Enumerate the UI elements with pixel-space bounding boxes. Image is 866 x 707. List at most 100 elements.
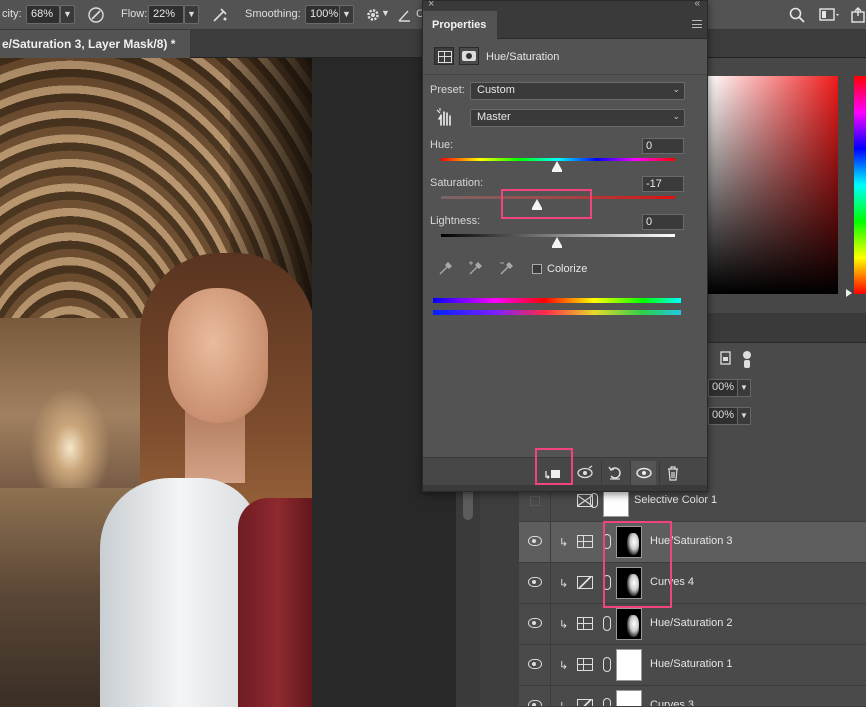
eyedropper-plus-icon[interactable]: [468, 260, 484, 276]
flow-dropdown[interactable]: ▼: [184, 5, 199, 24]
color-field[interactable]: [708, 76, 838, 294]
visibility-toggle[interactable]: [519, 645, 551, 685]
close-icon[interactable]: ×: [428, 0, 434, 10]
layer-name[interactable]: Hue/Saturation 1: [650, 658, 733, 670]
properties-header: Hue/Saturation: [423, 39, 707, 75]
eye-icon[interactable]: [528, 659, 542, 669]
layer-mask-thumbnail[interactable]: [616, 567, 642, 599]
colorize-checkbox[interactable]: [532, 264, 542, 274]
saturation-slider-track[interactable]: [441, 196, 675, 199]
layer-mask-thumbnail[interactable]: [616, 526, 642, 558]
adjustment-title: Hue/Saturation: [486, 51, 560, 63]
canvas-photo[interactable]: [0, 58, 312, 707]
trash-icon[interactable]: [659, 461, 685, 485]
eye-icon[interactable]: [528, 536, 542, 546]
woman-face: [168, 288, 268, 423]
gear-icon[interactable]: [364, 6, 382, 24]
lightness-input[interactable]: 0: [642, 214, 684, 230]
visibility-toggle[interactable]: [519, 563, 551, 603]
layer-name[interactable]: Curves 4: [650, 576, 694, 588]
channel-value: Master: [477, 111, 511, 123]
curves-icon: [577, 576, 593, 589]
layers-tab-strip: [708, 313, 866, 343]
hue-input[interactable]: 0: [642, 138, 684, 154]
layer-mask-thumbnail[interactable]: [616, 690, 642, 706]
panel-menu-icon[interactable]: [692, 20, 702, 28]
panel-drag-strip[interactable]: × «: [423, 0, 707, 11]
chain-link-icon[interactable]: [603, 575, 611, 590]
hue-strip[interactable]: [854, 76, 866, 294]
pressure-opacity-icon[interactable]: [87, 6, 105, 24]
eye-icon[interactable]: [528, 700, 542, 706]
clipping-arrow-icon: ↳: [559, 701, 569, 707]
preset-select[interactable]: Custom ⌄: [470, 82, 685, 100]
saturation-input[interactable]: -17: [642, 176, 684, 192]
hue-saturation-icon: [577, 535, 593, 548]
layer-name[interactable]: Curves 3: [650, 699, 694, 706]
workspace-icon[interactable]: [818, 6, 840, 24]
lightness-slider-thumb[interactable]: [552, 237, 562, 248]
hue-label: Hue:: [430, 139, 454, 151]
lock-artboard-icon[interactable]: [720, 351, 732, 365]
clipping-arrow-icon: ↳: [559, 660, 569, 672]
white-shirt: [100, 478, 260, 707]
layer-row[interactable]: ↳ Curves 3: [519, 686, 866, 707]
layer-name[interactable]: Hue/Saturation 3: [650, 535, 733, 547]
opacity-dropdown[interactable]: ▼: [60, 5, 75, 24]
layer-row[interactable]: ↳ Hue/Saturation 1: [519, 645, 866, 686]
view-previous-state-icon[interactable]: [571, 461, 597, 485]
collapse-icon[interactable]: «: [694, 0, 700, 9]
layer-opacity-dropdown[interactable]: ▼: [737, 379, 751, 397]
clip-to-layer-button[interactable]: [539, 461, 565, 485]
colorize-label[interactable]: Colorize: [547, 263, 587, 275]
document-tab[interactable]: e/Saturation 3, Layer Mask/8) *: [0, 30, 190, 58]
hue-saturation-icon: [577, 658, 593, 671]
visibility-toggle[interactable]: [519, 686, 551, 706]
panel-resize-strip[interactable]: [423, 485, 707, 491]
layer-fill-dropdown[interactable]: ▼: [737, 407, 751, 425]
layer-row-selected[interactable]: ↳ Hue/Saturation 3: [519, 522, 866, 563]
hue-slider-arrow[interactable]: [846, 289, 852, 297]
properties-tab-row: Properties: [423, 11, 707, 39]
lock-all-icon[interactable]: [742, 349, 752, 369]
preset-value: Custom: [477, 84, 515, 96]
eyedropper-icon[interactable]: [438, 260, 454, 276]
tab-properties[interactable]: Properties: [423, 11, 497, 39]
properties-panel: × « Properties Hue/Saturation Preset: Cu…: [422, 0, 708, 492]
opacity-input[interactable]: 68%: [26, 5, 60, 24]
saturation-slider-thumb[interactable]: [532, 199, 542, 210]
flow-input[interactable]: 22%: [148, 5, 184, 24]
adjustment-icon[interactable]: [434, 47, 454, 65]
airbrush-icon[interactable]: [211, 6, 229, 24]
mask-icon[interactable]: [459, 47, 479, 65]
layer-name[interactable]: Hue/Saturation 2: [650, 617, 733, 629]
layer-row[interactable]: ↳ Curves 4: [519, 563, 866, 604]
chain-link-icon[interactable]: [603, 616, 611, 631]
red-cardigan: [238, 498, 312, 707]
layer-mask-thumbnail[interactable]: [616, 649, 642, 681]
eyedropper-minus-icon[interactable]: [499, 260, 515, 276]
targeted-adjustment-hand-icon[interactable]: [436, 107, 454, 127]
chain-link-icon[interactable]: [590, 493, 598, 508]
toggle-visibility-eye-icon[interactable]: [630, 461, 656, 485]
channel-select[interactable]: Master ⌄: [470, 109, 685, 127]
preset-label: Preset:: [430, 84, 465, 96]
chain-link-icon[interactable]: [603, 534, 611, 549]
layer-mask-thumbnail[interactable]: [616, 608, 642, 640]
search-icon[interactable]: [788, 6, 806, 24]
layer-name[interactable]: Selective Color 1: [634, 494, 717, 506]
layer-row[interactable]: ↳ Hue/Saturation 2: [519, 604, 866, 645]
eye-icon[interactable]: [528, 577, 542, 587]
gear-dropdown-icon[interactable]: ▼: [381, 5, 390, 24]
visibility-toggle[interactable]: [519, 522, 551, 562]
hidden-visibility-box-icon[interactable]: [530, 496, 540, 506]
hue-slider-thumb[interactable]: [552, 161, 562, 172]
smoothing-input[interactable]: 100%: [305, 5, 340, 24]
smoothing-dropdown[interactable]: ▼: [339, 5, 354, 24]
chain-link-icon[interactable]: [603, 657, 611, 672]
visibility-toggle[interactable]: [519, 604, 551, 644]
chain-link-icon[interactable]: [603, 698, 611, 706]
eye-icon[interactable]: [528, 618, 542, 628]
share-icon[interactable]: [850, 6, 866, 24]
reset-icon[interactable]: [601, 461, 627, 485]
